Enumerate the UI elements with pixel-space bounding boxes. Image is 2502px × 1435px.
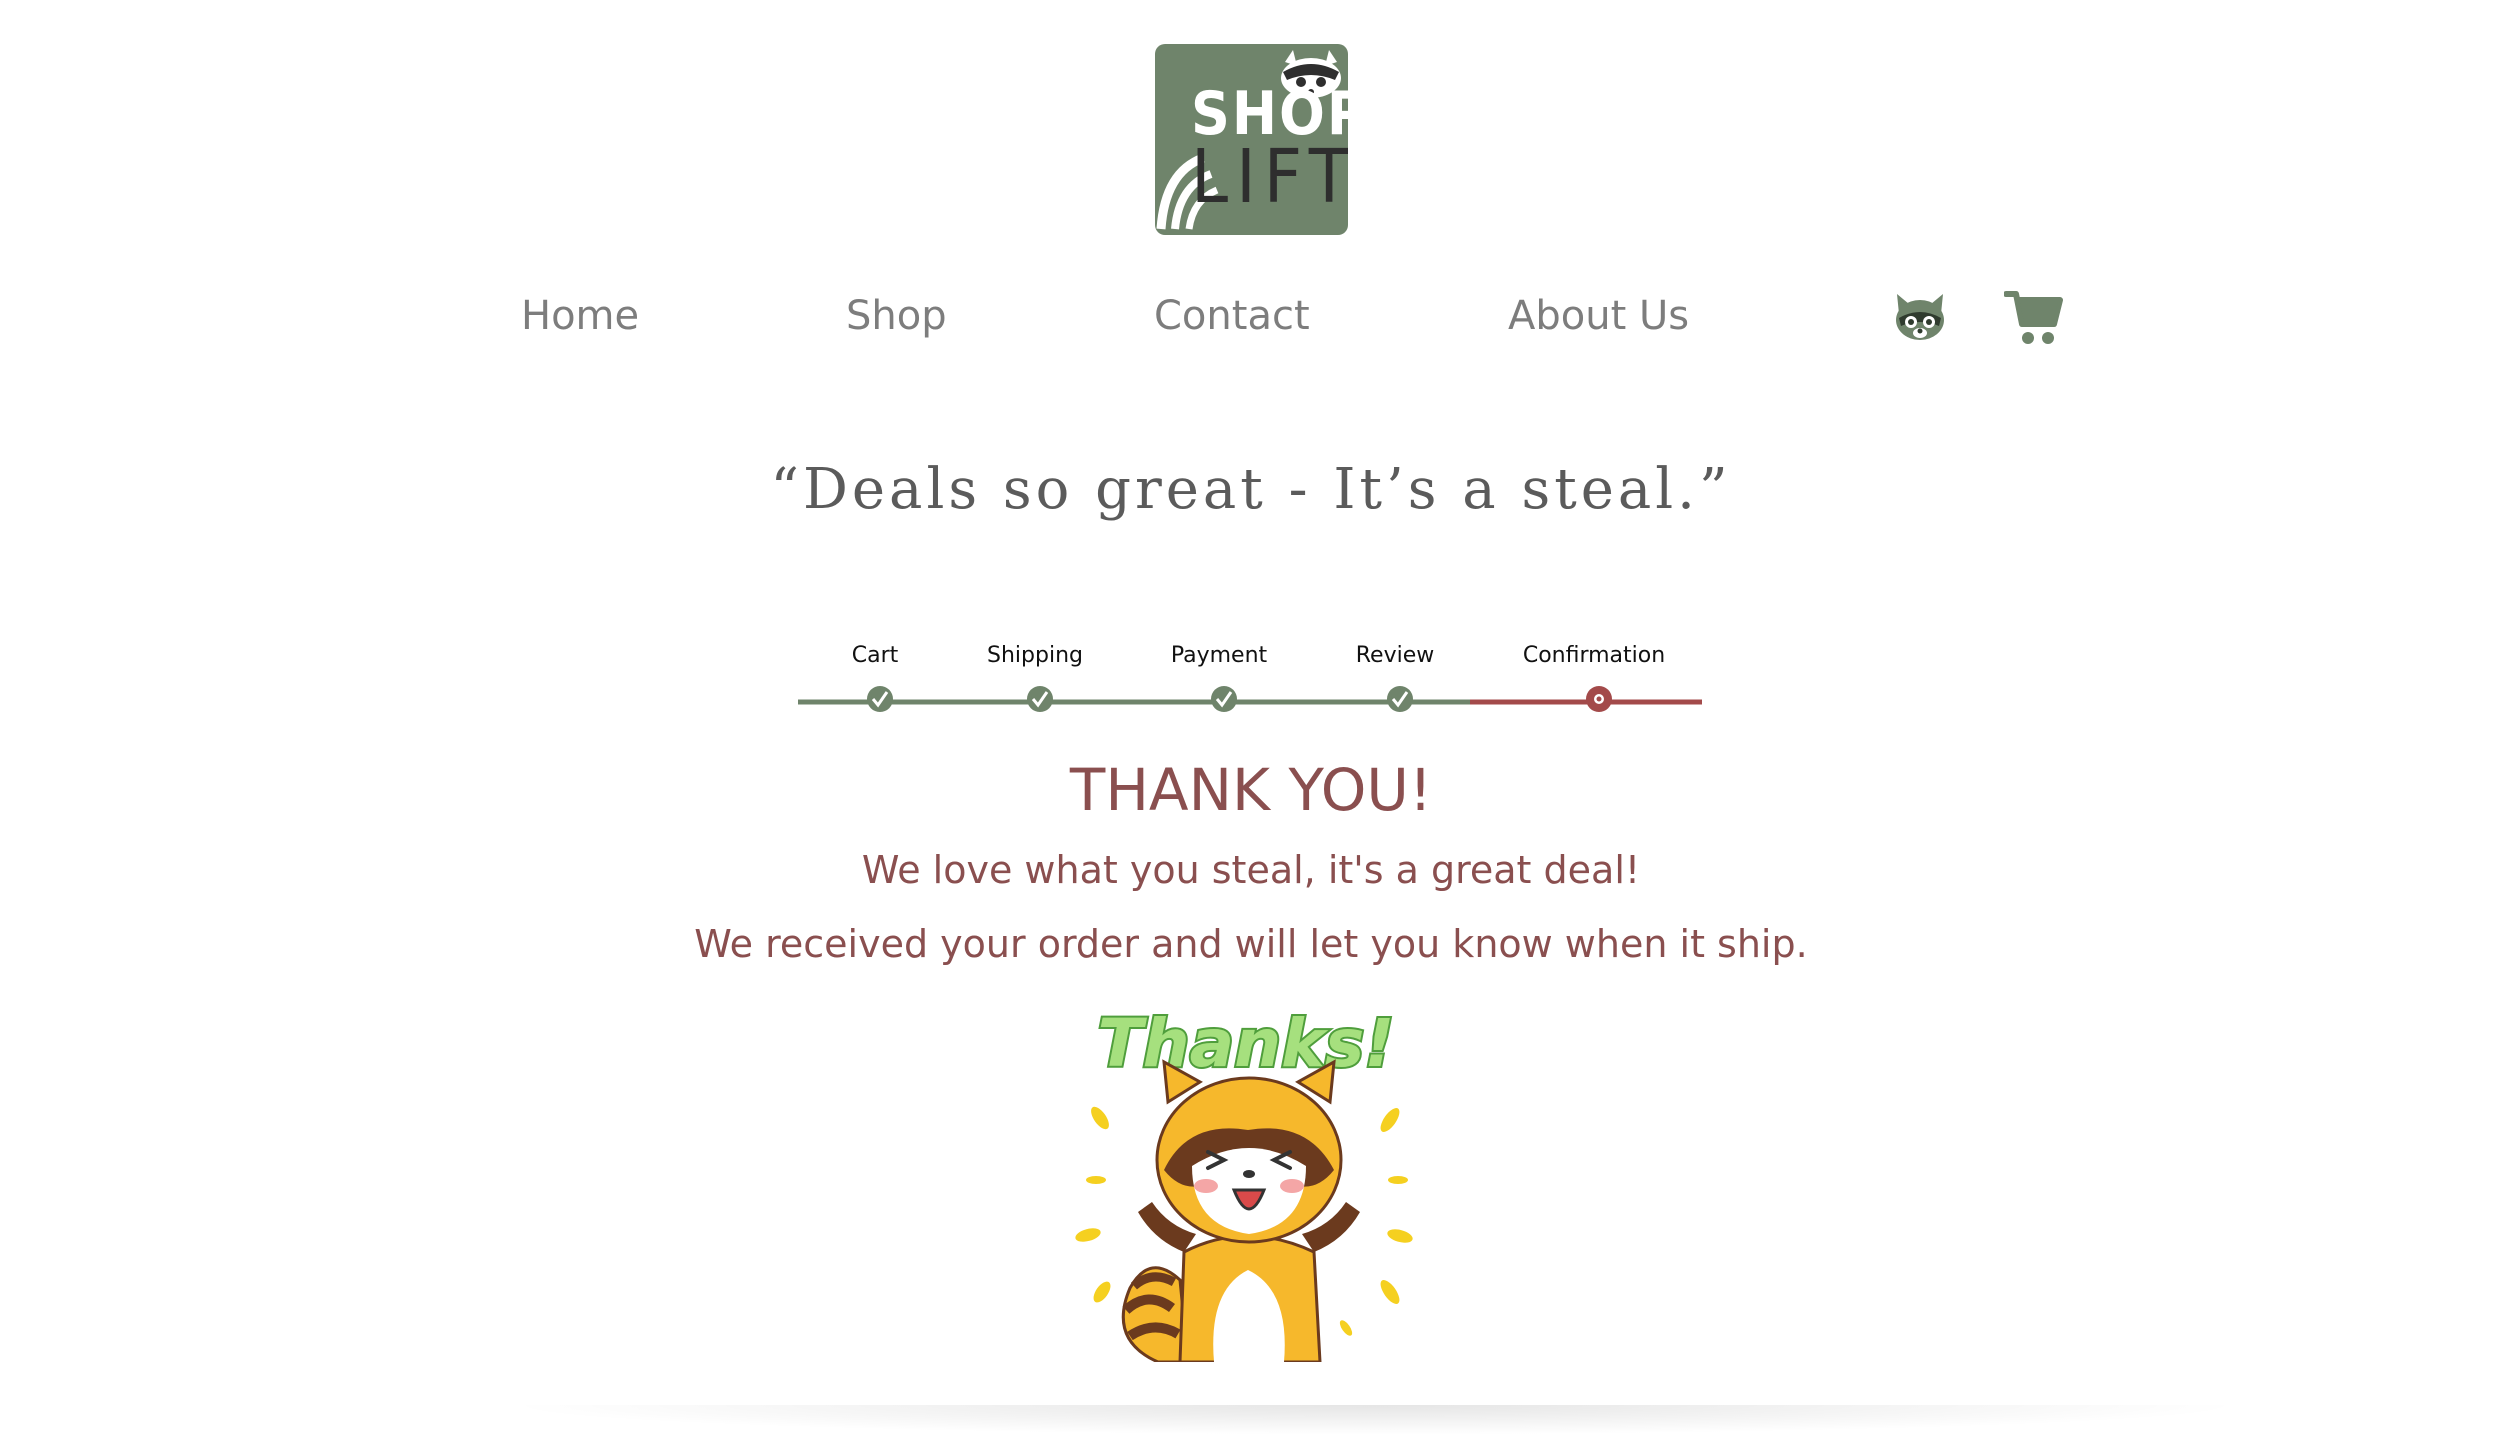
step-label-payment[interactable]: Payment <box>1171 642 1267 670</box>
confirmation-message-2: We received your order and will let you … <box>694 922 1808 966</box>
thanks-raccoon-sticker: Thanks! <box>1068 990 1428 1366</box>
nav-about-us-link[interactable]: About Us <box>1508 290 1689 342</box>
nav-home-link[interactable]: Home <box>521 290 639 342</box>
step-payment-check-icon <box>1211 686 1237 712</box>
step-confirmation-current-icon <box>1586 686 1612 712</box>
tagline: “Deals so great - It’s a steal.” <box>770 457 1732 522</box>
raccoon-icon[interactable] <box>1893 290 1947 348</box>
bottom-shadow <box>500 1405 2250 1435</box>
step-cart-check-icon <box>867 686 893 712</box>
step-label-review[interactable]: Review <box>1356 642 1435 670</box>
step-shipping-check-icon <box>1027 686 1053 712</box>
step-review-check-icon <box>1387 686 1413 712</box>
step-label-confirmation: Confirmation <box>1522 643 1666 668</box>
svg-text:Thanks!: Thanks! <box>1098 1005 1395 1082</box>
nav-contact-link[interactable]: Contact <box>1154 290 1310 342</box>
step-label-shipping[interactable]: Shipping <box>987 642 1083 670</box>
shoplift-logo[interactable]: SHOP LIFT <box>1155 44 1348 235</box>
cart-icon[interactable] <box>2003 288 2064 352</box>
thank-you-heading: THANK YOU! <box>1069 756 1433 824</box>
nav-shop-link[interactable]: Shop <box>846 290 947 342</box>
confirmation-message-1: We love what you steal, it's a great dea… <box>861 848 1641 892</box>
step-label-cart[interactable]: Cart <box>852 642 899 670</box>
logo-word-lift: LIFT <box>1191 134 1348 220</box>
